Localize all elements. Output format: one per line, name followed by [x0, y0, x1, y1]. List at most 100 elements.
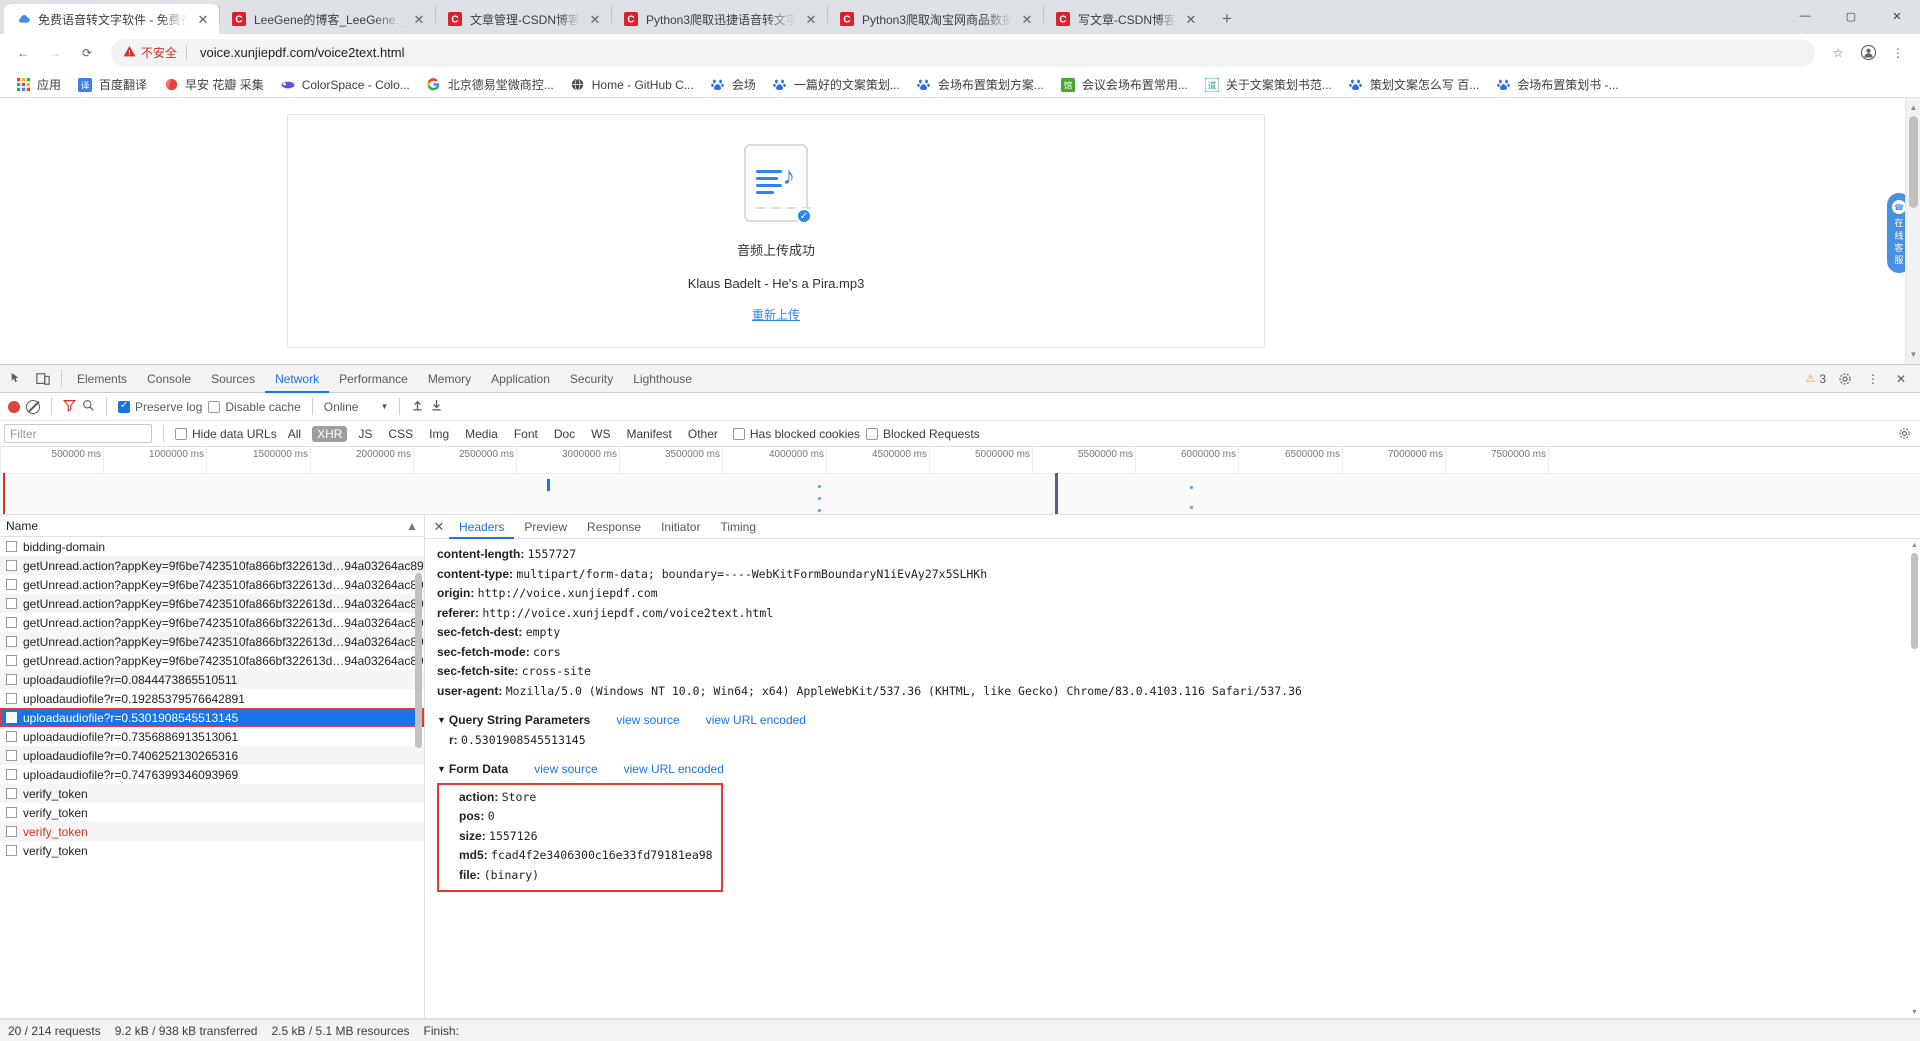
bookmark-huichang-buzhi[interactable]: 会场布置策划方案... — [909, 74, 1051, 95]
table-row[interactable]: verify_token — [0, 841, 424, 860]
devtools-tab-lighthouse[interactable]: Lighthouse — [623, 365, 702, 393]
disable-cache-toggle[interactable]: Disable cache — [208, 400, 301, 414]
browser-tab-2[interactable]: C LeeGene的博客_LeeGene._CSD ✕ — [220, 4, 435, 34]
table-row[interactable]: getUnread.action?appKey=9f6be7423510fa86… — [0, 632, 424, 651]
devtools-tab-security[interactable]: Security — [560, 365, 623, 393]
type-filter-css[interactable]: CSS — [383, 426, 418, 442]
scroll-up-arrow-icon[interactable]: ▲ — [1910, 540, 1919, 550]
preserve-log-checkbox[interactable] — [118, 400, 130, 413]
table-row[interactable]: uploadaudiofile?r=0.7476399346093969 — [0, 765, 424, 784]
type-filter-media[interactable]: Media — [460, 426, 503, 442]
reupload-link[interactable]: 重新上传 — [752, 306, 800, 323]
blocked-requests-toggle[interactable]: Blocked Requests — [865, 427, 980, 441]
table-row[interactable]: getUnread.action?appKey=9f6be7423510fa86… — [0, 651, 424, 670]
browser-tab-1[interactable]: 免费语音转文字软件 - 免费在线 ✕ — [4, 4, 219, 34]
tab-close-icon[interactable]: ✕ — [195, 11, 211, 27]
close-devtools-icon[interactable]: ✕ — [1888, 366, 1914, 392]
has-blocked-cookies-checkbox[interactable] — [732, 427, 745, 440]
bookmark-baidu-translate[interactable]: 译 百度翻译 — [70, 74, 154, 95]
request-list-scrollbar-thumb[interactable] — [415, 573, 422, 748]
table-row-selected[interactable]: uploadaudiofile?r=0.5301908545513145 — [0, 708, 424, 727]
filter-input[interactable]: Filter — [4, 424, 152, 443]
table-row[interactable]: getUnread.action?appKey=9f6be7423510fa86… — [0, 594, 424, 613]
type-filter-xhr[interactable]: XHR — [312, 425, 348, 442]
reload-button[interactable]: ⟳ — [72, 38, 102, 68]
type-filter-all[interactable]: All — [283, 426, 306, 442]
bookmark-huichang-shu[interactable]: 会场布置策划书 -... — [1488, 74, 1625, 95]
type-filter-js[interactable]: JS — [353, 426, 377, 442]
browser-tab-4[interactable]: C Python3爬取迅捷语音转文字(包 ✕ — [612, 4, 827, 34]
chevron-down-icon[interactable]: ▼ — [437, 758, 446, 780]
blocked-requests-checkbox[interactable] — [865, 427, 878, 440]
address-bar[interactable]: 不安全 voice.xunjiepdf.com/voice2text.html — [111, 38, 1815, 67]
has-blocked-cookies-toggle[interactable]: Has blocked cookies — [732, 427, 860, 441]
import-har-icon[interactable] — [411, 398, 424, 415]
close-detail-icon[interactable]: ✕ — [429, 519, 449, 535]
browser-tab-5[interactable]: C Python3爬取淘宝网商品数据_Le ✕ — [828, 4, 1043, 34]
detail-tab-initiator[interactable]: Initiator — [651, 515, 710, 539]
bookmark-wenan-shufan[interactable]: 道 关于文案策划书范... — [1197, 74, 1339, 95]
minimize-button[interactable]: — — [1782, 0, 1828, 32]
form-view-url-encoded-link[interactable]: view URL encoded — [624, 758, 724, 780]
warning-badge[interactable]: ⚠ 3 — [1801, 372, 1830, 386]
bookmark-huiyi-changdi[interactable]: 馆 会议会场布置常用... — [1053, 74, 1195, 95]
form-data-section-header[interactable]: ▼ Form Data view source view URL encoded — [437, 758, 1920, 780]
form-view-source-link[interactable]: view source — [534, 758, 597, 780]
search-icon[interactable] — [82, 399, 95, 415]
page-scrollbar[interactable]: ▲ ▼ — [1905, 98, 1920, 364]
devtools-tab-sources[interactable]: Sources — [201, 365, 265, 393]
type-filter-other[interactable]: Other — [683, 426, 723, 442]
query-string-section-header[interactable]: ▼ Query String Parameters view source vie… — [437, 709, 1920, 731]
devtools-tab-memory[interactable]: Memory — [418, 365, 481, 393]
clear-button[interactable] — [26, 399, 40, 414]
bookmark-cehua-wenan[interactable]: 策划文案怎么写 百... — [1341, 74, 1486, 95]
chrome-menu-icon[interactable]: ⋮ — [1884, 39, 1912, 67]
device-toolbar-icon[interactable] — [30, 366, 56, 392]
browser-tab-6[interactable]: C 写文章-CSDN博客 ✕ — [1044, 4, 1207, 34]
devtools-tab-application[interactable]: Application — [481, 365, 560, 393]
inspect-element-icon[interactable] — [4, 366, 30, 392]
hide-data-urls-toggle[interactable]: Hide data URLs — [175, 427, 277, 441]
table-row[interactable]: uploadaudiofile?r=0.19285379576642891 — [0, 689, 424, 708]
table-row[interactable]: verify_token — [0, 822, 424, 841]
throttling-select[interactable]: Online ▼ — [324, 400, 389, 414]
forward-button[interactable]: → — [40, 38, 70, 68]
table-row[interactable]: uploadaudiofile?r=0.7356886913513061 — [0, 727, 424, 746]
record-button[interactable] — [8, 400, 20, 413]
type-filter-img[interactable]: Img — [424, 426, 454, 442]
tab-close-icon[interactable]: ✕ — [1019, 11, 1035, 27]
scroll-down-arrow-icon[interactable]: ▼ — [1910, 1007, 1919, 1017]
security-status[interactable]: 不安全 — [123, 44, 177, 61]
disable-cache-checkbox[interactable] — [208, 400, 221, 413]
detail-tab-preview[interactable]: Preview — [514, 515, 577, 539]
close-window-button[interactable]: ✕ — [1874, 0, 1920, 32]
gear-icon[interactable] — [1892, 427, 1916, 440]
type-filter-manifest[interactable]: Manifest — [622, 426, 677, 442]
tab-close-icon[interactable]: ✕ — [803, 11, 819, 27]
scroll-down-arrow-icon[interactable]: ▼ — [1906, 347, 1920, 362]
request-list-scrollbar[interactable] — [413, 537, 424, 1018]
maximize-button[interactable]: ▢ — [1828, 0, 1874, 32]
page-scrollbar-thumb[interactable] — [1909, 116, 1918, 208]
sort-ascending-icon[interactable]: ▲ — [406, 519, 418, 533]
table-row[interactable]: uploadaudiofile?r=0.0844473865510511 — [0, 670, 424, 689]
request-headers-body[interactable]: content-length: 1557727 content-type: mu… — [425, 539, 1920, 1018]
table-row[interactable]: getUnread.action?appKey=9f6be7423510fa86… — [0, 613, 424, 632]
bookmark-huaban[interactable]: 早安 花瓣 采集 — [156, 74, 271, 95]
query-view-source-link[interactable]: view source — [616, 709, 679, 731]
type-filter-font[interactable]: Font — [509, 426, 543, 442]
detail-scrollbar[interactable]: ▲ ▼ — [1909, 539, 1920, 1018]
table-row[interactable]: bidding-domain — [0, 537, 424, 556]
detail-tab-timing[interactable]: Timing — [710, 515, 766, 539]
table-row[interactable]: getUnread.action?appKey=9f6be7423510fa86… — [0, 575, 424, 594]
table-row[interactable]: verify_token — [0, 784, 424, 803]
bookmark-colorspace[interactable]: ColorSpace - Colo... — [273, 75, 417, 95]
profile-avatar-icon[interactable] — [1854, 39, 1882, 67]
bookmark-github-home[interactable]: Home - GitHub C... — [563, 75, 701, 95]
new-tab-button[interactable]: + — [1213, 4, 1241, 32]
request-rows[interactable]: bidding-domain getUnread.action?appKey=9… — [0, 537, 424, 1018]
type-filter-doc[interactable]: Doc — [549, 426, 580, 442]
tab-close-icon[interactable]: ✕ — [1183, 11, 1199, 27]
table-row[interactable]: getUnread.action?appKey=9f6be7423510fa86… — [0, 556, 424, 575]
detail-tab-headers[interactable]: Headers — [449, 515, 514, 539]
